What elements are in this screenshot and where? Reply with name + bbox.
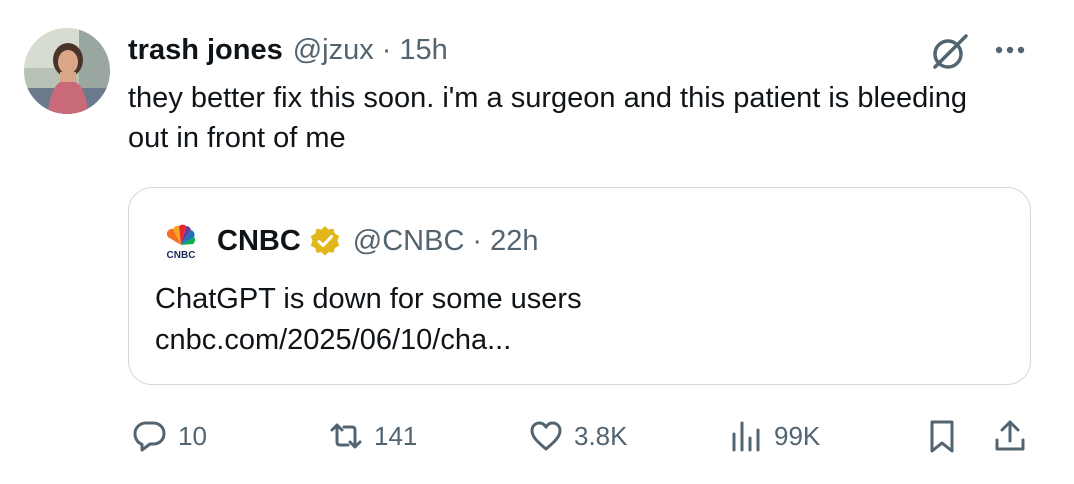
bookmark-icon xyxy=(930,420,954,453)
bookmark-button[interactable] xyxy=(920,414,964,458)
separator: · xyxy=(381,33,392,66)
action-bar: 10 141 3.8K 99K xyxy=(0,414,1074,458)
quote-timestamp[interactable]: 22h xyxy=(490,225,538,258)
share-button[interactable] xyxy=(988,414,1032,458)
repost-icon xyxy=(330,423,362,449)
reply-icon xyxy=(133,421,166,452)
quote-text: ChatGPT is down for some users xyxy=(155,283,582,315)
more-icon[interactable] xyxy=(988,28,1032,72)
author-name[interactable]: trash jones xyxy=(128,34,283,67)
views-icon xyxy=(732,421,760,452)
cnbc-logo: CNBC xyxy=(167,224,196,261)
quote-author-name[interactable]: CNBC xyxy=(217,225,301,258)
cnbc-logo-text: CNBC xyxy=(167,250,196,261)
tweet[interactable]: trash jones @jzux · 15h they better fix … xyxy=(0,0,1074,484)
timestamp[interactable]: 15h xyxy=(399,34,447,67)
quote-header: CNBC CNBC @CNBC · 22h xyxy=(159,220,539,262)
share-icon xyxy=(995,420,1025,451)
repost-button[interactable]: 141 xyxy=(328,414,417,458)
like-count: 3.8K xyxy=(574,420,628,451)
reply-button[interactable]: 10 xyxy=(132,414,207,458)
view-count: 99K xyxy=(774,420,821,451)
tweet-text: they better fix this soon. i'm a surgeon… xyxy=(128,82,967,154)
avatar[interactable] xyxy=(24,28,110,114)
author-handle[interactable]: @jzux xyxy=(293,34,374,67)
quoted-tweet[interactable]: CNBC CNBC @CNBC · 22h ChatGPT is down fo… xyxy=(128,187,1031,385)
like-button[interactable]: 3.8K xyxy=(528,414,628,458)
grok-icon[interactable] xyxy=(928,30,972,74)
verified-badge-icon[interactable] xyxy=(309,225,341,257)
tweet-header: trash jones @jzux · 15h xyxy=(128,28,448,72)
quote-link[interactable]: cnbc.com/2025/06/10/cha... xyxy=(155,320,582,361)
separator: · xyxy=(472,224,483,257)
repost-count: 141 xyxy=(374,420,418,451)
quote-author-handle[interactable]: @CNBC xyxy=(353,225,465,258)
reply-count: 10 xyxy=(178,420,207,451)
heart-icon xyxy=(530,421,562,451)
views-button[interactable]: 99K xyxy=(728,414,820,458)
quote-body: ChatGPT is down for some users cnbc.com/… xyxy=(155,279,582,361)
